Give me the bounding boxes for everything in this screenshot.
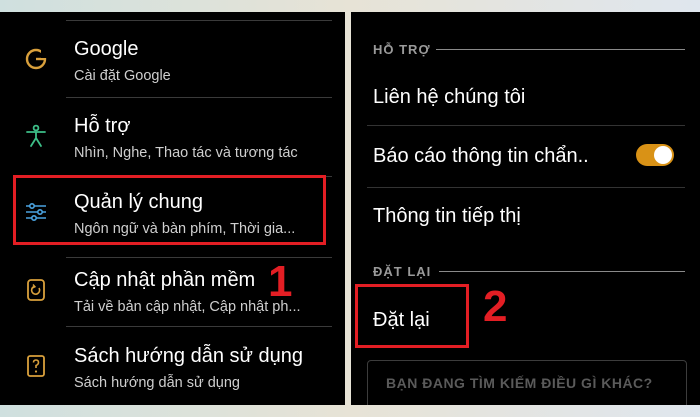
- diagnostic-report-toggle[interactable]: [636, 144, 674, 166]
- menu-item-software-update[interactable]: Cập nhật phần mềm Tải về bản cập nhật, C…: [0, 268, 345, 340]
- section-header-support: HỖ TRỢ: [373, 42, 431, 57]
- divider: [66, 20, 332, 21]
- accessibility-icon: [26, 124, 46, 147]
- divider: [66, 97, 332, 98]
- search-suggestion-text: BẠN ĐANG TÌM KIẾM ĐIỀU GÌ KHÁC?: [386, 375, 653, 391]
- toggle-knob: [654, 146, 672, 164]
- menu-item-subtitle: Nhìn, Nghe, Thao tác và tương tác: [74, 145, 298, 161]
- step-number-2: 2: [483, 282, 508, 331]
- diagnostic-report-item[interactable]: Báo cáo thông tin chẩn..: [373, 144, 589, 168]
- menu-item-subtitle: Cài đặt Google: [74, 68, 171, 84]
- google-icon: [25, 48, 47, 70]
- divider: [66, 257, 332, 258]
- highlight-box-general-management: [13, 175, 326, 245]
- menu-item-title: Google: [74, 38, 139, 60]
- user-manual-icon: [27, 355, 45, 377]
- menu-item-title: Hỗ trợ: [74, 115, 131, 137]
- menu-item-user-manual[interactable]: Sách hướng dẫn sử dụng Sách hướng dẫn sử…: [0, 344, 345, 405]
- step-number-1: 1: [268, 257, 293, 306]
- divider: [66, 326, 332, 327]
- search-suggestion-box[interactable]: BẠN ĐANG TÌM KIẾM ĐIỀU GÌ KHÁC?: [367, 360, 687, 405]
- contact-us-item[interactable]: Liên hệ chúng tôi: [373, 85, 525, 109]
- divider: [367, 125, 685, 126]
- software-update-icon: [27, 279, 45, 301]
- menu-item-subtitle: Tải về bản cập nhật, Cập nhật ph...: [74, 299, 301, 315]
- marketing-info-item[interactable]: Thông tin tiếp thị: [373, 204, 521, 228]
- divider: [367, 187, 685, 188]
- menu-item-title: Sách hướng dẫn sử dụng: [74, 345, 303, 367]
- menu-item-google[interactable]: Google Cài đặt Google: [0, 37, 345, 109]
- menu-item-subtitle: Sách hướng dẫn sử dụng: [74, 375, 240, 391]
- menu-item-title: Cập nhật phần mềm: [74, 269, 256, 291]
- section-header-reset: ĐẶT LẠI: [373, 264, 432, 279]
- section-header-line: [436, 49, 685, 50]
- highlight-box-reset: [355, 284, 469, 348]
- section-header-line: [439, 271, 685, 272]
